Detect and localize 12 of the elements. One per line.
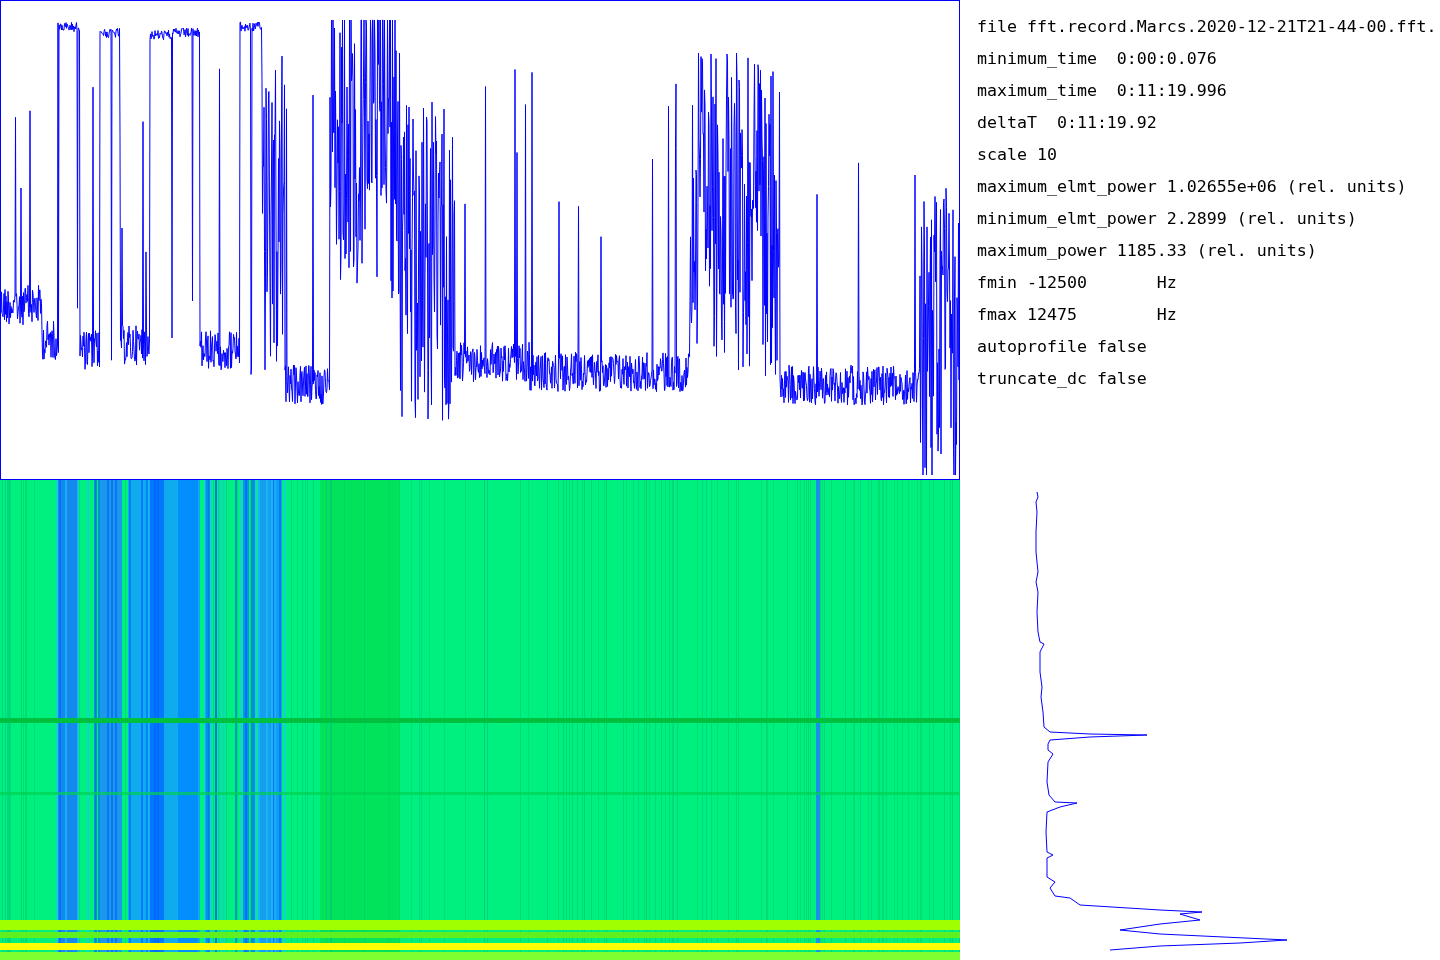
info-line: fmax 12475 Hz — [977, 304, 1177, 326]
info-line: fmin -12500 Hz — [977, 272, 1177, 294]
info-line: minimum_elmt_power 2.2899 (rel. units) — [977, 208, 1357, 230]
info-line: maximum_time 0:11:19.996 — [977, 80, 1227, 102]
info-line: file fft.record.Marcs.2020-12-21T21-44-00.fft. — [977, 16, 1437, 38]
info-line: truncate_dc false — [977, 368, 1147, 390]
info-line: scale 10 — [977, 144, 1057, 166]
info-line: deltaT 0:11:19.92 — [977, 112, 1157, 134]
info-line: maximum_elmt_power 1.02655e+06 (rel. units) — [977, 176, 1407, 198]
info-line: autoprofile false — [977, 336, 1147, 358]
info-line: minimum_time 0:00:0.076 — [977, 48, 1217, 70]
info-line: maximum_power 1185.33 (rel. units) — [977, 240, 1317, 262]
